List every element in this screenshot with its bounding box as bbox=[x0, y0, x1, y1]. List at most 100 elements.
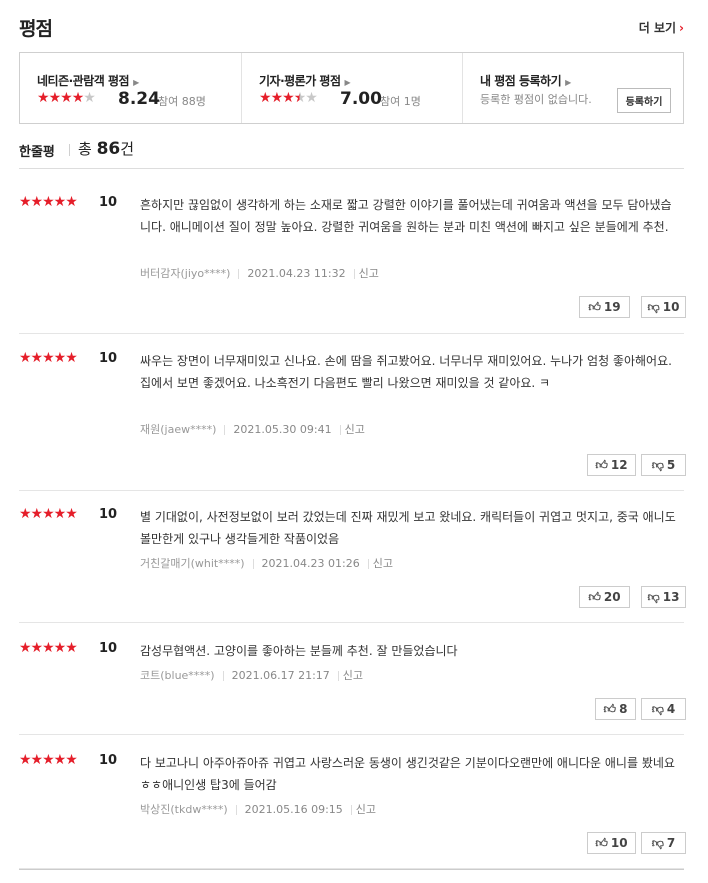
review-author[interactable]: 박상진(tkdw****) bbox=[140, 803, 228, 816]
report-link[interactable]: 신고 bbox=[345, 423, 365, 436]
report-link[interactable]: 신고 bbox=[359, 267, 379, 280]
review-star-rating: ★★★★★ bbox=[19, 506, 78, 522]
divider bbox=[252, 559, 254, 569]
divider bbox=[350, 805, 352, 815]
like-count: 12 bbox=[610, 458, 628, 472]
review-score: 10 bbox=[99, 351, 118, 366]
critic-rating-title[interactable]: 기자·평론가 평점 ▶ bbox=[259, 72, 351, 89]
star-icon: ★ bbox=[282, 90, 295, 106]
dislike-count: 5 bbox=[666, 458, 676, 472]
review-author[interactable]: 거친갈매기(whit****) bbox=[140, 557, 245, 570]
review-star-rating: ★★★★★ bbox=[19, 194, 78, 210]
star-icon: ★ bbox=[293, 90, 307, 106]
dislike-button[interactable]: 👎︎ 5 bbox=[641, 454, 686, 476]
thumbs-up-icon: 👍︎ bbox=[595, 836, 608, 850]
star-icon: ★ bbox=[83, 90, 96, 106]
review-text: 감성무협액션. 고양이를 좋아하는 분들께 추천. 잘 만들었습니다 bbox=[140, 644, 458, 658]
bottom-divider bbox=[19, 869, 684, 870]
thumbs-down-icon: 👎︎ bbox=[651, 458, 664, 472]
review-score: 10 bbox=[99, 195, 118, 210]
review-meta: 재원(jaew****) 2021.05.30 09:41 신고 bbox=[140, 421, 365, 437]
more-link[interactable]: 더 보기 › bbox=[639, 19, 684, 36]
review-star-rating: ★★★★★ bbox=[19, 752, 78, 768]
like-count: 20 bbox=[603, 590, 621, 604]
my-rating-title[interactable]: 내 평점 등록하기 ▶ bbox=[480, 72, 571, 89]
review-score: 10 bbox=[99, 641, 118, 656]
report-link[interactable]: 신고 bbox=[343, 669, 363, 682]
divider bbox=[353, 269, 355, 279]
review-item: ★★★★★ 10 별 기대없이, 사전정보없이 보러 갔었는데 진짜 재밌게 보고 … bbox=[19, 506, 686, 623]
review-list-label: 한줄평 bbox=[19, 145, 55, 160]
star-icon: ★ bbox=[71, 90, 85, 106]
dislike-button[interactable]: 👎︎ 10 bbox=[641, 296, 686, 318]
thumbs-up-icon: 👍︎ bbox=[603, 702, 617, 716]
critic-star-rating: ★★★★★ bbox=[259, 90, 318, 106]
triangle-right-icon: ▶ bbox=[133, 78, 139, 87]
thumbs-up-icon: 👍︎ bbox=[588, 300, 601, 314]
triangle-right-icon: ▶ bbox=[344, 78, 351, 87]
review-date: 2021.04.23 01:26 bbox=[261, 557, 360, 570]
chevron-right-icon: › bbox=[679, 21, 684, 35]
divider bbox=[367, 559, 369, 569]
divider bbox=[339, 425, 341, 435]
rating-summary: 네티즌·관람객 평점 ▶ ★★★★★ 8.24 참여 88명 기자·평론가 평점 ▶… bbox=[19, 52, 684, 124]
review-text: 다 보고나니 아주아쥬아쥬 귀엽고 사랑스러운 동생이 생긴것같은 기분이다오랜… bbox=[140, 756, 675, 792]
star-icon: ★ bbox=[60, 90, 73, 106]
critic-score: 7.00 bbox=[340, 89, 382, 109]
dislike-button[interactable]: 👎︎ 4 bbox=[641, 698, 686, 720]
review-meta: 코트(blue****) 2021.06.17 21:17 신고 bbox=[140, 667, 363, 683]
star-icon: ★ bbox=[259, 90, 272, 106]
dislike-button[interactable]: 👎︎ 13 bbox=[641, 586, 686, 608]
my-rating-description: 등록한 평점이 없습니다. bbox=[480, 93, 592, 106]
netizen-participants: 참여 88명 bbox=[158, 95, 206, 108]
netizen-rating: 네티즌·관람객 평점 ▶ ★★★★★ 8.24 참여 88명 bbox=[20, 53, 241, 123]
dislike-button[interactable]: 👎︎ 7 bbox=[641, 832, 686, 854]
review-star-rating: ★★★★★ bbox=[19, 640, 78, 656]
netizen-score: 8.24 bbox=[118, 89, 160, 109]
review-score: 10 bbox=[99, 507, 118, 522]
dislike-count: 13 bbox=[662, 590, 680, 604]
review-author[interactable]: 코트(blue****) bbox=[140, 669, 215, 682]
thumbs-down-icon: 👎︎ bbox=[647, 590, 660, 604]
report-link[interactable]: 신고 bbox=[373, 557, 393, 570]
report-link[interactable]: 신고 bbox=[356, 803, 376, 816]
review-count-prefix: 총 bbox=[78, 140, 92, 158]
like-button[interactable]: 👍︎ 12 bbox=[587, 454, 636, 476]
rating-section: 평점 더 보기 › 네티즌·관람객 평점 ▶ ★★★★★ 8.24 참여 88명 기… bbox=[19, 0, 686, 869]
review-meta: 박상진(tkdw****) 2021.05.16 09:15 신고 bbox=[140, 801, 376, 817]
review-item: ★★★★★ 10 다 보고나니 아주아쥬아쥬 귀엽고 사랑스러운 동생이 생긴것같은… bbox=[19, 752, 686, 869]
review-date: 2021.05.30 09:41 bbox=[233, 423, 332, 436]
like-button[interactable]: 👍︎ 10 bbox=[587, 832, 636, 854]
review-star-rating: ★★★★★ bbox=[19, 350, 78, 366]
thumbs-up-icon: 👍︎ bbox=[588, 590, 601, 604]
dislike-count: 10 bbox=[662, 300, 680, 314]
section-header: 평점 더 보기 › bbox=[19, 0, 684, 52]
review-meta: 거친갈매기(whit****) 2021.04.23 01:26 신고 bbox=[140, 555, 393, 571]
review-count-suffix: 건 bbox=[120, 140, 135, 158]
netizen-rating-title[interactable]: 네티즌·관람객 평점 ▶ bbox=[37, 72, 139, 89]
critic-participants: 참여 1명 bbox=[380, 95, 421, 108]
like-button[interactable]: 👍︎ 8 bbox=[595, 698, 636, 720]
more-label: 더 보기 bbox=[638, 21, 677, 35]
review-item: ★★★★★ 10 싸우는 장면이 너무재미있고 신나요. 손에 땀을 쥐고봤어요. … bbox=[19, 350, 686, 491]
like-button[interactable]: 👍︎ 20 bbox=[579, 586, 630, 608]
thumbs-up-icon: 👍︎ bbox=[595, 458, 608, 472]
review-author[interactable]: 버터감자(jiyo****) bbox=[140, 267, 230, 280]
divider bbox=[69, 144, 70, 156]
review-count-bar: 한줄평 총 86건 bbox=[19, 136, 684, 169]
dislike-count: 4 bbox=[666, 702, 676, 716]
like-count: 10 bbox=[610, 836, 628, 850]
thumbs-down-icon: 👎︎ bbox=[651, 702, 664, 716]
star-icon: ★ bbox=[270, 90, 284, 106]
review-author[interactable]: 재원(jaew****) bbox=[140, 423, 216, 436]
review-text: 별 기대없이, 사전정보없이 보러 갔었는데 진짜 재밌게 보고 왔네요. 캐릭… bbox=[140, 510, 676, 546]
critic-rating: 기자·평론가 평점 ▶ ★★★★★ 7.00 참여 1명 bbox=[241, 53, 463, 123]
divider bbox=[222, 671, 224, 681]
dislike-count: 7 bbox=[666, 836, 676, 850]
register-rating-button[interactable]: 등록하기 bbox=[617, 88, 671, 113]
like-count: 19 bbox=[603, 300, 621, 314]
my-rating: 내 평점 등록하기 ▶ 등록한 평점이 없습니다. 등록하기 bbox=[462, 53, 684, 123]
critic-rating-title-text: 기자·평론가 평점 bbox=[259, 74, 341, 88]
triangle-right-icon: ▶ bbox=[565, 78, 571, 87]
like-button[interactable]: 👍︎ 19 bbox=[579, 296, 630, 318]
